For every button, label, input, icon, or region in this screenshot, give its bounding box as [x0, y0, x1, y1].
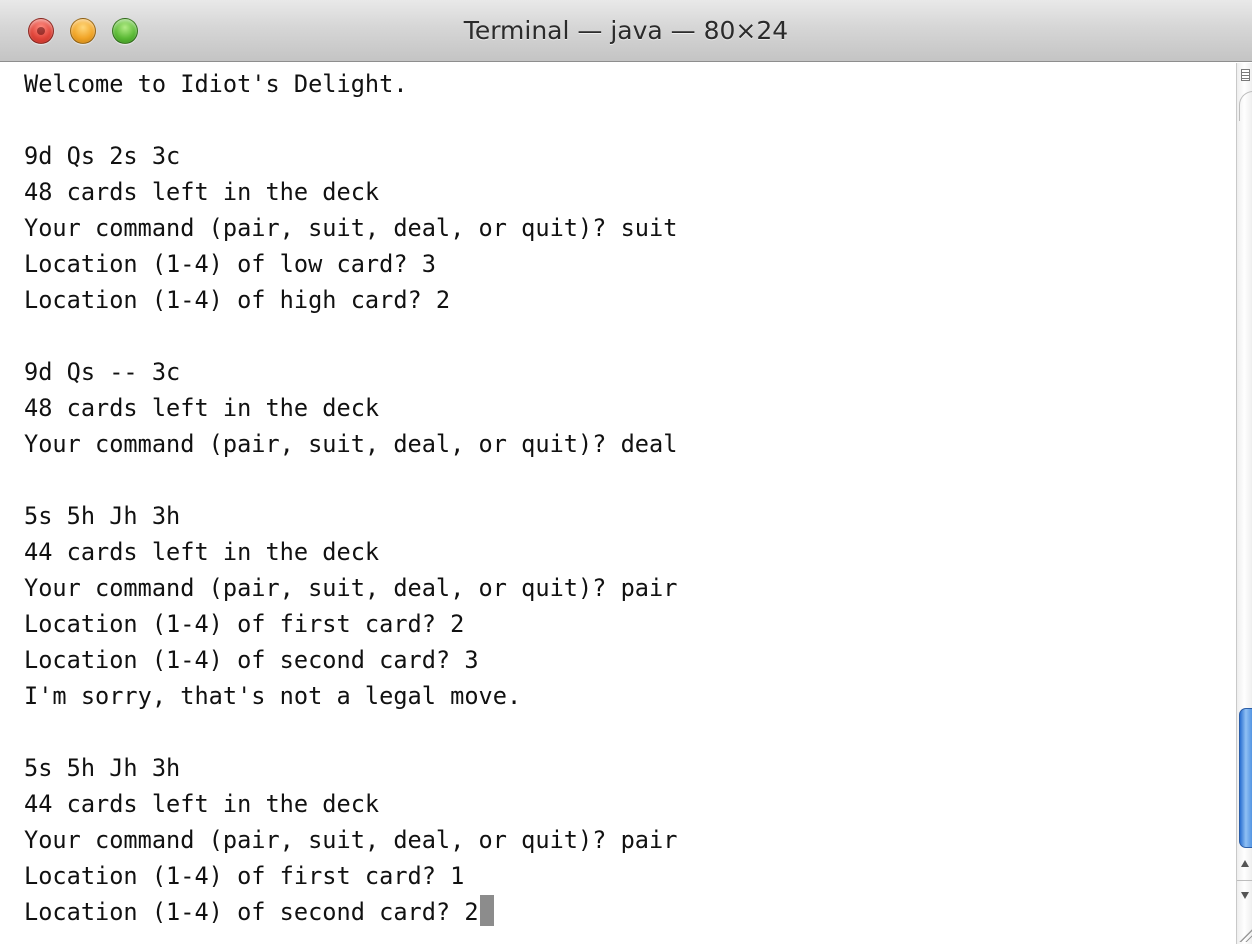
scroll-thumb[interactable] [1239, 708, 1252, 848]
terminal-line: 5s 5h Jh 3h [24, 502, 181, 530]
terminal-line: 44 cards left in the deck [24, 790, 380, 818]
terminal-line: Your command (pair, suit, deal, or quit)… [24, 214, 678, 242]
terminal-output[interactable]: Welcome to Idiot's Delight. 9d Qs 2s 3c … [0, 63, 1236, 944]
split-pane-icon[interactable] [1241, 69, 1250, 81]
terminal-line: 48 cards left in the deck [24, 178, 380, 206]
scroll-track-cap [1239, 91, 1252, 121]
window-title: Terminal — java — 80×24 [463, 16, 789, 45]
scroll-up-arrow-icon[interactable] [1241, 860, 1249, 867]
text-cursor-block [479, 895, 494, 926]
terminal-line: 48 cards left in the deck [24, 394, 380, 422]
terminal-line: 5s 5h Jh 3h [24, 754, 181, 782]
terminal-line: Location (1-4) of low card? 3 [24, 250, 436, 278]
terminal-line: Your command (pair, suit, deal, or quit)… [24, 574, 678, 602]
vertical-scrollbar[interactable] [1236, 63, 1252, 944]
terminal-line: Location (1-4) of high card? 2 [24, 286, 451, 314]
terminal-window: Terminal — java — 80×24 Welcome to Idiot… [0, 0, 1252, 944]
terminal-line-text: Location (1-4) of second card? 2 [24, 898, 479, 926]
terminal-line: I'm sorry, that's not a legal move. [24, 682, 522, 710]
terminal-line: 9d Qs -- 3c [24, 358, 181, 386]
terminal-line: Welcome to Idiot's Delight. [24, 70, 408, 98]
scroll-arrow-divider [1237, 880, 1252, 881]
terminal-line: 9d Qs 2s 3c [24, 142, 181, 170]
title-bar[interactable]: Terminal — java — 80×24 [0, 0, 1252, 62]
terminal-line: Location (1-4) of second card? 3 [24, 646, 479, 674]
terminal-line: 44 cards left in the deck [24, 538, 380, 566]
scroll-down-arrow-icon[interactable] [1241, 892, 1249, 899]
terminal-line: Your command (pair, suit, deal, or quit)… [24, 826, 678, 854]
resize-grip-icon[interactable] [1238, 928, 1252, 942]
terminal-line: Your command (pair, suit, deal, or quit)… [24, 430, 678, 458]
terminal-prompt-line[interactable]: Location (1-4) of second card? 2 [24, 894, 494, 930]
terminal-line: Location (1-4) of first card? 1 [24, 862, 465, 890]
terminal-line: Location (1-4) of first card? 2 [24, 610, 465, 638]
